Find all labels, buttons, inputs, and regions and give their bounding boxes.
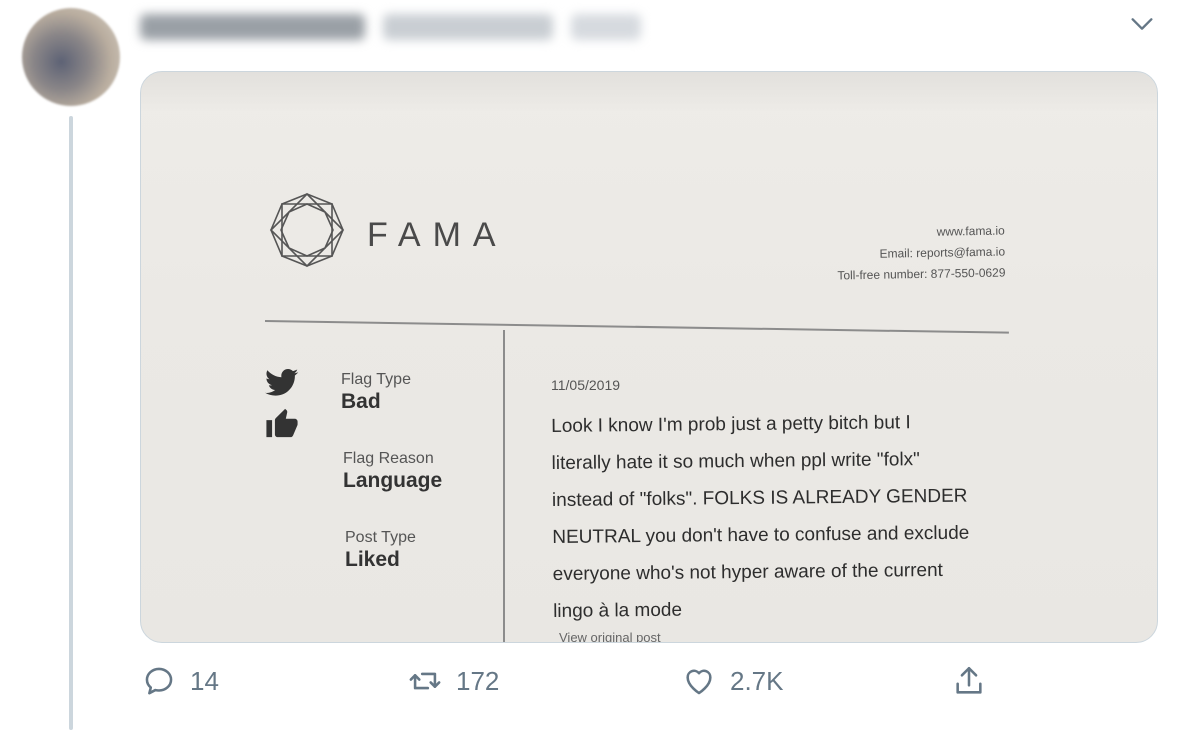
post-line: lingo à la mode [553,599,683,622]
tweet-date-blurred[interactable] [571,14,641,40]
post-line: Look I know I'm prob just a petty bitch … [551,412,911,437]
flagged-post-text: Look I know I'm prob just a petty bitch … [551,403,1073,630]
divider-horizontal [264,320,1009,334]
view-original-post: View original post [559,630,661,643]
retweet-button[interactable]: 172 [408,664,499,698]
reply-button[interactable]: 14 [142,664,219,698]
flag-type-field: Flag Type Bad [341,371,411,414]
heart-icon [686,669,712,695]
like-button[interactable]: 2.7K [682,664,784,698]
thumbs-up-icon [266,408,298,438]
flag-reason-value: Language [343,469,443,492]
contact-phone: Toll-free number: 877-550-0629 [837,265,1006,283]
author-name-blurred[interactable] [140,14,365,40]
retweet-count: 172 [456,665,500,696]
post-type-value: Liked [345,548,400,571]
tweet-actions: 14 172 2.7K [140,664,1000,704]
tweet-header-blurred [140,10,660,44]
post-line: literally hate it so much when ppl write… [551,449,920,474]
avatar[interactable] [22,8,120,106]
flag-type-label: Flag Type [341,371,411,388]
flag-reason-field: Flag Reason Language [343,450,442,493]
chevron-down-icon[interactable] [1128,10,1156,38]
like-count: 2.7K [730,665,784,696]
author-handle-blurred[interactable] [383,14,553,40]
contact-website: www.fama.io [936,223,1005,239]
post-type-field: Post Type Liked [345,529,416,572]
reply-icon [145,667,173,695]
post-date: 11/05/2019 [551,377,621,393]
flag-reason-label: Flag Reason [343,450,434,467]
retweet-icon [409,672,441,690]
fama-logo-icon [269,192,345,268]
brand-name: FAMA [367,216,508,254]
share-button[interactable] [952,664,986,698]
thread-line [69,116,73,730]
flag-type-value: Bad [341,390,381,413]
contact-email: Email: reports@fama.io [879,244,1006,261]
post-line: everyone who's not hyper aware of the cu… [552,559,944,585]
twitter-bird-icon [265,369,299,396]
reply-count: 14 [190,665,219,696]
contact-block: www.fama.io Email: reports@fama.io Toll-… [836,221,1005,287]
divider-vertical [503,330,505,642]
post-line: instead of "folks". FOLKS IS ALREADY GEN… [551,485,968,511]
tweet-image[interactable]: FAMA www.fama.io Email: reports@fama.io … [140,71,1158,643]
paper-shadow [141,72,1157,112]
share-icon [956,666,982,694]
post-line: NEUTRAL you don't have to confuse and ex… [552,522,970,548]
post-type-label: Post Type [345,529,416,546]
